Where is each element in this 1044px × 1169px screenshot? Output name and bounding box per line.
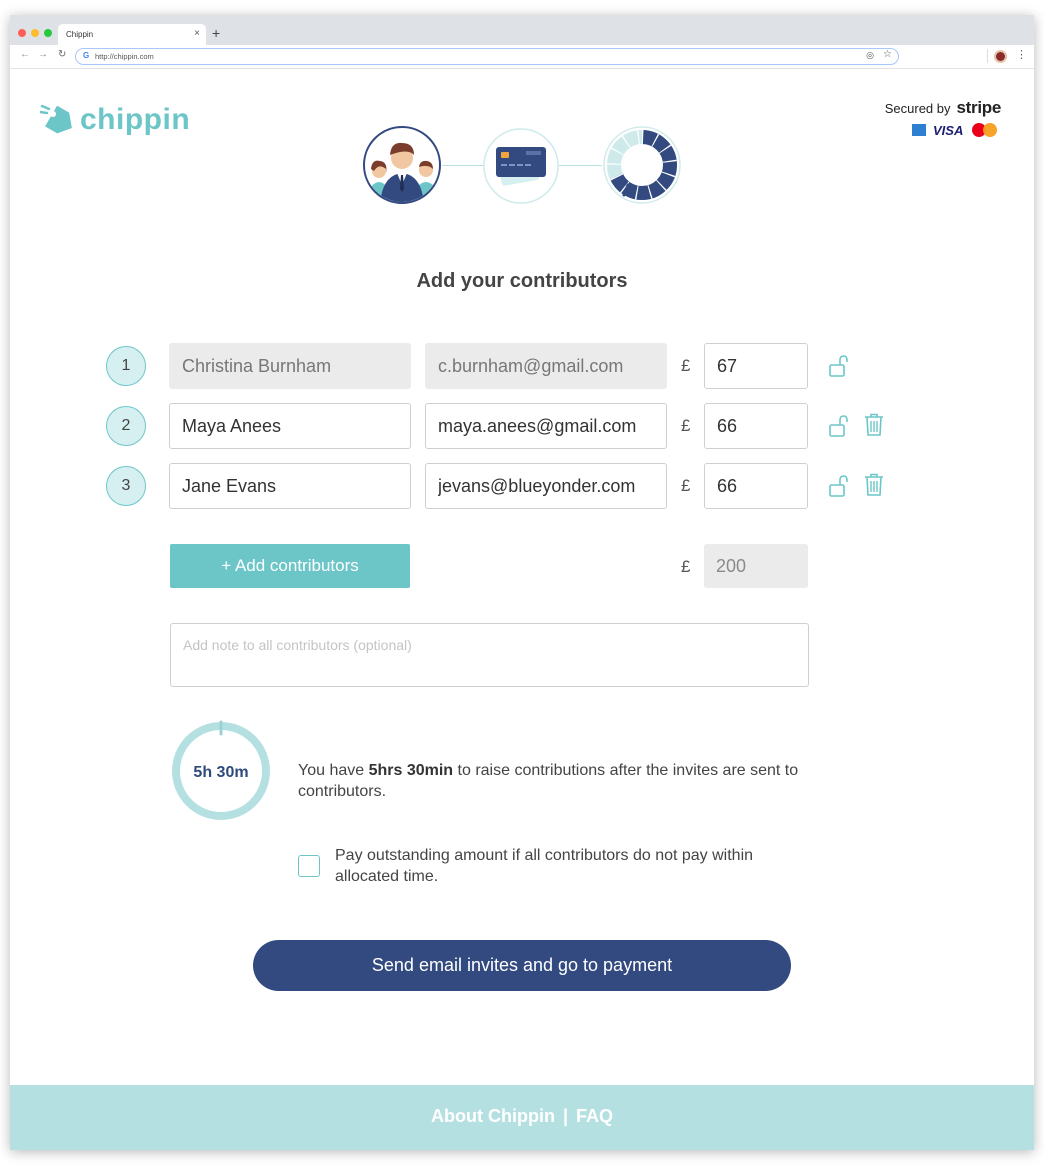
visa-icon: VISA — [933, 123, 964, 138]
contributor-name-field[interactable] — [169, 463, 411, 509]
trash-icon[interactable] — [864, 473, 884, 497]
unlock-icon[interactable] — [828, 474, 850, 498]
info-prefix: You have — [298, 762, 369, 779]
contributor-row: 1 £ — [106, 343, 906, 389]
browser-window: Chippin × + ← → ↻ G http://chippin.com ◎… — [10, 15, 1034, 1150]
page: chippin Secured by stripe VISA Add your … — [10, 70, 1034, 1150]
logo-text: chippin — [80, 103, 191, 136]
pay-outstanding-label[interactable]: Pay outstanding amount if all contributo… — [335, 845, 805, 887]
step-connector — [559, 165, 602, 166]
contributor-amount-field[interactable] — [704, 343, 808, 389]
countdown-timer: 5h 30m — [170, 720, 272, 822]
page-title: Add your contributors — [416, 270, 628, 292]
contributor-name-field[interactable] — [169, 403, 411, 449]
contributor-row: 2 £ — [106, 403, 906, 449]
card-logos: VISA — [901, 123, 1001, 138]
send-invites-button[interactable]: Send email invites and go to payment — [253, 940, 791, 991]
footer: About Chippin | FAQ — [10, 1085, 1034, 1150]
toolbar-divider — [987, 49, 988, 63]
contributor-name-field[interactable] — [169, 343, 411, 389]
progress-steps — [362, 125, 682, 207]
step-connector — [442, 165, 484, 166]
unlock-icon[interactable] — [828, 354, 850, 378]
progress-donut-icon[interactable] — [602, 125, 682, 205]
timer-label: 5h 30m — [193, 764, 249, 781]
mastercard-icon — [972, 123, 998, 137]
forward-arrow-icon[interactable]: → — [38, 49, 48, 60]
back-arrow-icon[interactable]: ← — [20, 49, 30, 60]
chippin-logo[interactable]: chippin — [40, 102, 195, 142]
reload-icon[interactable]: ↻ — [58, 49, 66, 60]
contributor-email-field[interactable] — [425, 403, 667, 449]
total-amount: 200 — [704, 544, 808, 588]
pay-outstanding-checkbox[interactable] — [298, 855, 320, 877]
unlock-icon[interactable] — [828, 414, 850, 438]
contributor-amount-field[interactable] — [704, 463, 808, 509]
contributor-number: 1 — [106, 346, 146, 386]
maximize-window-button[interactable] — [44, 29, 52, 37]
browser-toolbar: ← → ↻ G http://chippin.com ◎ ☆ ⋮ — [10, 45, 1034, 69]
location-target-icon[interactable]: ◎ — [866, 50, 874, 61]
add-contributors-button[interactable]: + Add contributors — [170, 544, 410, 588]
profile-avatar[interactable] — [994, 50, 1007, 63]
address-bar[interactable]: G http://chippin.com ◎ ☆ — [75, 48, 899, 65]
close-window-button[interactable] — [18, 29, 26, 37]
contributor-number: 2 — [106, 406, 146, 446]
currency-symbol: £ — [681, 476, 691, 495]
minimize-window-button[interactable] — [31, 29, 39, 37]
currency-symbol: £ — [681, 557, 691, 576]
time-info-text: You have 5hrs 30min to raise contributio… — [298, 760, 818, 802]
secured-label: Secured by — [884, 101, 951, 116]
contributor-row: 3 £ — [106, 463, 906, 509]
url-text[interactable]: http://chippin.com — [95, 52, 154, 61]
tab-close-icon[interactable]: × — [194, 28, 200, 39]
secured-by-stripe: Secured by stripe VISA — [801, 98, 1002, 138]
tag-logo-icon — [40, 104, 72, 134]
contributor-email-field[interactable] — [425, 463, 667, 509]
credit-card-icon[interactable] — [482, 127, 560, 205]
contributor-email-field[interactable] — [425, 343, 667, 389]
bookmark-star-icon[interactable]: ☆ — [883, 49, 892, 60]
footer-faq-link[interactable]: FAQ — [576, 1106, 613, 1126]
tab-bar: Chippin × + — [10, 15, 1034, 45]
browser-menu-icon[interactable]: ⋮ — [1016, 48, 1027, 61]
info-duration: 5hrs 30min — [368, 762, 454, 779]
footer-about-link[interactable]: About Chippin — [431, 1106, 555, 1126]
browser-tab[interactable]: Chippin × — [58, 24, 206, 45]
currency-symbol: £ — [681, 356, 691, 375]
stripe-logo: stripe — [956, 98, 1002, 117]
tab-title: Chippin — [66, 30, 94, 39]
contributors-icon[interactable] — [362, 125, 442, 205]
new-tab-button[interactable]: + — [212, 25, 220, 41]
google-icon: G — [83, 51, 90, 60]
contributor-number: 3 — [106, 466, 146, 506]
footer-separator: | — [562, 1106, 568, 1126]
amex-icon — [912, 124, 926, 136]
trash-icon[interactable] — [864, 413, 884, 437]
note-input[interactable] — [170, 623, 809, 687]
contributor-amount-field[interactable] — [704, 403, 808, 449]
currency-symbol: £ — [681, 416, 691, 435]
